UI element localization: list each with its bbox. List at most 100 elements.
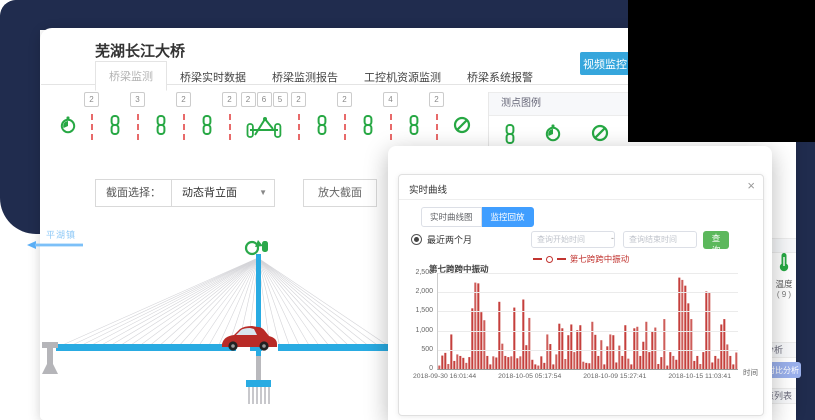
sensor-count-badge: 2: [222, 92, 237, 107]
sensor-count-badge: 5: [273, 92, 288, 107]
tab-realtime-data[interactable]: 桥梁实时数据: [167, 63, 259, 91]
gridline: [438, 292, 738, 293]
chart-x-axis: 2018-09-30 16:01:44 2018-10-05 05:17:54 20…: [413, 373, 731, 380]
query-start-time-input[interactable]: [531, 231, 615, 248]
video-monitor-button[interactable]: 视频监控: [580, 52, 630, 75]
recent-two-months-option: 最近两个月: [411, 233, 472, 246]
black-masked-region: [628, 0, 815, 142]
chart-series-vibration: [438, 273, 738, 369]
y-tick-label: 1,500: [403, 307, 433, 314]
car-image: [222, 326, 277, 351]
sensor-item[interactable]: 2: [80, 92, 103, 142]
bridge-left-pier: [42, 342, 58, 374]
sensor-item[interactable]: [56, 92, 80, 140]
sensor-item[interactable]: 2: [287, 92, 310, 142]
tabbar: 桥梁监测 桥梁实时数据 桥梁监测报告 工控机资源监测 桥梁系统报警: [95, 61, 546, 91]
gridline: [438, 273, 738, 274]
chain-sensor-icon[interactable]: [409, 115, 419, 135]
legend-item-temperature-label: 温度: [770, 278, 798, 290]
dashed-marker-line: [137, 114, 139, 140]
sensor-item[interactable]: 265: [241, 92, 287, 142]
bridge-diagram: [22, 236, 394, 412]
screenshot-root: 芜湖长江大桥 桥梁监测 桥梁实时数据 桥梁监测报告 工控机资源监测 桥梁系统报警…: [0, 0, 815, 420]
sensor-count-badge: 3: [130, 92, 145, 107]
query-end-time-input[interactable]: [623, 231, 697, 248]
dialog-tab-group: 实时曲线图 监控回放: [421, 207, 534, 227]
sensor-count-badge: 2: [291, 92, 306, 107]
y-tick-label: 1,000: [403, 327, 433, 334]
legend-panel-header-label: 测点图例: [501, 98, 541, 109]
sensor-count-badge: 2: [241, 92, 256, 107]
bridge-cables: [58, 258, 390, 347]
realtime-curve-dialog: 实时曲线 × 实时曲线图 监控回放 最近两个月 - 查询 第七跨跨中振动 第七跨…: [398, 174, 764, 416]
sensor-count-badge: 2: [337, 92, 352, 107]
radio-button[interactable]: [411, 234, 422, 245]
sensor-item[interactable]: 3: [126, 92, 149, 142]
tower-sensor-icon[interactable]: [246, 115, 282, 139]
sensor-item[interactable]: [356, 92, 379, 140]
sensor-count-badge: 6: [257, 92, 272, 107]
sensor-count-badge: 4: [383, 92, 398, 107]
gauge-icon[interactable]: [60, 116, 76, 134]
legend-label: 第七跨跨中振动: [570, 253, 630, 265]
chain-sensor-icon[interactable]: [317, 115, 327, 135]
y-tick-label: 0: [403, 365, 433, 372]
radio-label: 最近两个月: [427, 233, 472, 246]
sensor-item[interactable]: 4: [379, 92, 402, 142]
query-button[interactable]: 查询: [703, 231, 729, 249]
ban-icon[interactable]: [453, 116, 471, 134]
dashed-marker-line: [91, 114, 93, 140]
sensor-item[interactable]: [149, 92, 172, 140]
gridline: [438, 350, 738, 351]
tab-realtime-curve[interactable]: 实时曲线图: [421, 207, 482, 227]
chain-sensor-icon[interactable]: [363, 115, 373, 135]
tab-ipc-resource[interactable]: 工控机资源监测: [351, 63, 454, 91]
x-tick-label: 2018-09-30 16:01:44: [413, 373, 476, 380]
sensor-item[interactable]: 2: [425, 92, 448, 142]
tab-monitoring-report[interactable]: 桥梁监测报告: [259, 63, 351, 91]
chevron-down-icon: ▼: [259, 180, 267, 206]
gauge-icon[interactable]: [545, 124, 561, 142]
sensor-item[interactable]: [103, 92, 126, 140]
sensor-strip: 2 3 2 2265 2 2 4 2: [56, 92, 476, 142]
x-tick-label: 2018-10-15 11:03:41: [668, 373, 731, 380]
sensor-item[interactable]: [448, 92, 476, 140]
chain-sensor-icon[interactable]: [505, 124, 515, 144]
page-title: 芜湖长江大桥: [95, 40, 185, 61]
chain-sensor-icon[interactable]: [202, 115, 212, 135]
sensor-item[interactable]: 2: [172, 92, 195, 142]
enlarge-section-button[interactable]: 放大截面: [303, 179, 377, 207]
y-tick-label: 500: [403, 346, 433, 353]
legend-item-temperature[interactable]: 温度 ( 9 ): [770, 252, 798, 299]
sensor-count-badge: 2: [176, 92, 191, 107]
sensor-item[interactable]: [310, 92, 333, 140]
chain-sensor-icon[interactable]: [110, 115, 120, 135]
x-tick-label: 2018-10-05 05:17:54: [498, 373, 561, 380]
tab-bridge-monitoring[interactable]: 桥梁监测: [95, 61, 167, 91]
sensor-item[interactable]: 2: [333, 92, 356, 142]
dialog-title: 实时曲线: [409, 182, 447, 196]
dialog-header: 实时曲线 ×: [399, 175, 763, 200]
sensor-count-badges: 265: [241, 92, 288, 107]
tower-top-sensor-icon[interactable]: [246, 240, 268, 254]
tab-monitor-playback[interactable]: 监控回放: [482, 207, 534, 227]
dashed-marker-line: [229, 114, 231, 140]
x-axis-title: 时间: [743, 367, 758, 378]
ban-icon[interactable]: [591, 124, 609, 142]
section-select-dropdown[interactable]: 动态背立面 ▼: [171, 180, 274, 206]
y-tick-label: 2,500: [403, 269, 433, 276]
sensor-item[interactable]: 2: [218, 92, 241, 142]
legend-item-temperature-count: ( 9 ): [770, 290, 798, 299]
legend-icons-row: [505, 124, 609, 144]
dashed-marker-line: [298, 114, 300, 140]
chain-sensor-icon[interactable]: [156, 115, 166, 135]
close-icon[interactable]: ×: [747, 179, 755, 193]
gridline: [438, 311, 738, 312]
gridline: [438, 331, 738, 332]
realtime-curve-modal: 实时曲线 × 实时曲线图 监控回放 最近两个月 - 查询 第七跨跨中振动 第七跨…: [388, 146, 772, 420]
sensor-item[interactable]: [195, 92, 218, 140]
sensor-item[interactable]: [402, 92, 425, 140]
section-select-value: 动态背立面: [182, 187, 237, 199]
tab-system-alarm[interactable]: 桥梁系统报警: [454, 63, 546, 91]
dashed-marker-line: [183, 114, 185, 140]
